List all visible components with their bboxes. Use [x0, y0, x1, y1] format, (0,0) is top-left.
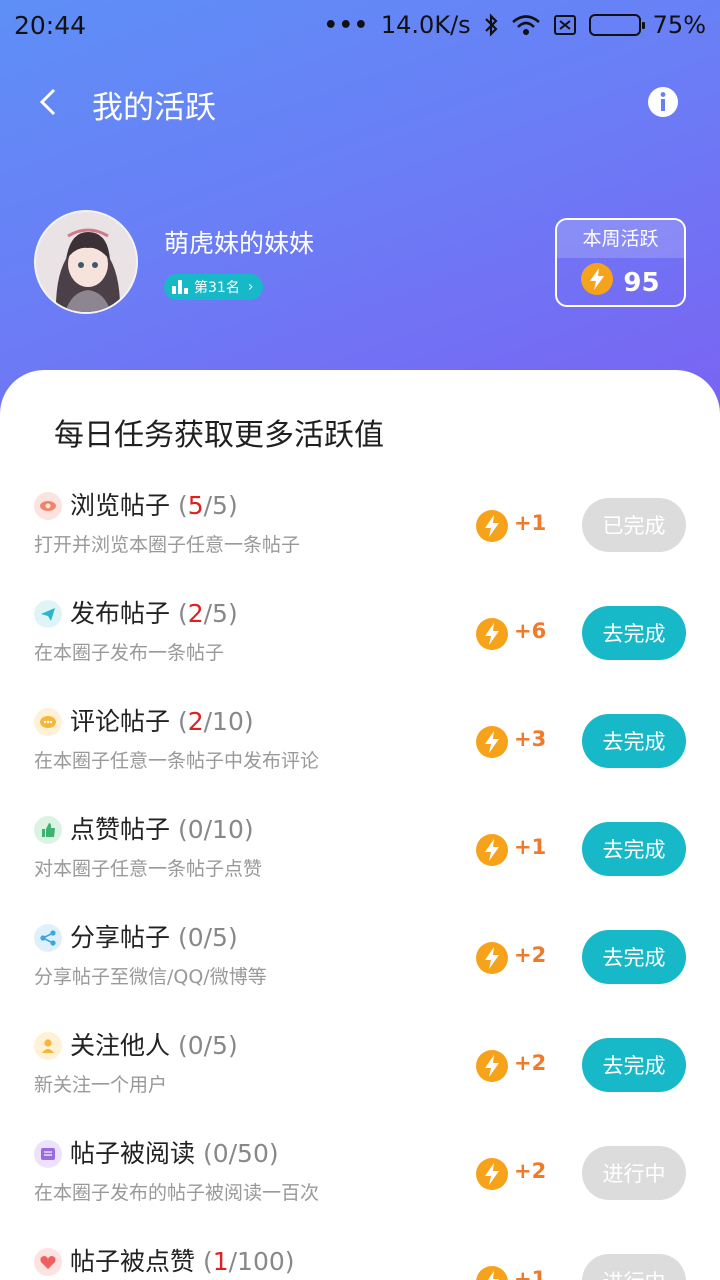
- weekly-label: 本周活跃: [557, 220, 684, 258]
- lightning-icon: [476, 834, 508, 866]
- bluetooth-icon: [483, 13, 499, 37]
- task-row: 浏览帖子 (5/5) 打开并浏览本圈子任意一条帖子 +1 已完成: [0, 480, 720, 588]
- task-action-button[interactable]: 进行中: [582, 1254, 686, 1280]
- status-bar: 20:44 ••• 14.0K/s 75%: [0, 0, 720, 50]
- bar-chart-icon: [172, 280, 188, 294]
- task-progress: (1/100): [195, 1247, 295, 1276]
- info-icon[interactable]: [646, 85, 680, 119]
- wifi-icon: [511, 14, 541, 36]
- task-action-button[interactable]: 去完成: [582, 822, 686, 876]
- back-icon[interactable]: [34, 84, 64, 120]
- thumbs-up-icon: [34, 816, 62, 844]
- weekly-value: 95: [623, 267, 660, 298]
- comment-icon: [34, 708, 62, 736]
- section-title: 每日任务获取更多活跃值: [54, 418, 384, 453]
- task-name: 帖子被点赞 (1/100): [70, 1247, 295, 1276]
- avatar[interactable]: [34, 210, 138, 314]
- task-action-button[interactable]: 进行中: [582, 1146, 686, 1200]
- task-row: 帖子被点赞 (1/100) +1 进行中: [0, 1236, 720, 1280]
- header-background: [0, 0, 720, 420]
- task-name: 帖子被阅读 (0/50): [70, 1139, 279, 1168]
- task-action-button[interactable]: 已完成: [582, 498, 686, 552]
- task-name: 关注他人 (0/5): [70, 1031, 238, 1060]
- no-sim-icon: [553, 14, 577, 36]
- task-description: 对本圈子任意一条帖子点赞: [34, 858, 263, 880]
- lightning-icon: [476, 1266, 508, 1280]
- task-description: 新关注一个用户: [34, 1074, 168, 1096]
- lightning-icon: [476, 942, 508, 974]
- lightning-icon: [581, 263, 614, 302]
- task-description: 打开并浏览本圈子任意一条帖子: [34, 534, 301, 556]
- lightning-icon: [476, 618, 508, 650]
- task-name: 发布帖子 (2/5): [70, 599, 238, 628]
- task-points: +2: [514, 1051, 547, 1075]
- task-progress: (0/5): [170, 1031, 238, 1060]
- task-points: +3: [514, 727, 547, 751]
- task-card: 每日任务获取更多活跃值 浏览帖子 (5/5) 打开并浏览本圈子任意一条帖子 +1 已完…: [0, 370, 720, 1280]
- task-name: 浏览帖子 (5/5): [70, 491, 238, 520]
- network-speed: 14.0K/s: [380, 11, 471, 39]
- task-description: 在本圈子发布一条帖子: [34, 642, 225, 664]
- task-progress: (0/50): [195, 1139, 279, 1168]
- task-points: +2: [514, 943, 547, 967]
- task-description: 在本圈子发布的帖子被阅读一百次: [34, 1182, 320, 1204]
- heart-icon: [34, 1248, 62, 1276]
- send-icon: [34, 600, 62, 628]
- task-name: 评论帖子 (2/10): [70, 707, 254, 736]
- task-action-button[interactable]: 去完成: [582, 1038, 686, 1092]
- battery-percent: 75%: [652, 11, 706, 39]
- read-icon: [34, 1140, 62, 1168]
- chevron-right-icon: ›: [247, 279, 254, 295]
- task-row: 分享帖子 (0/5) 分享帖子至微信/QQ/微博等 +2 去完成: [0, 912, 720, 1020]
- task-name: 分享帖子 (0/5): [70, 923, 238, 952]
- battery-icon: [588, 14, 645, 36]
- task-progress: (5/5): [170, 491, 238, 520]
- task-points: +1: [514, 511, 547, 535]
- task-points: +1: [514, 835, 547, 859]
- rank-badge[interactable]: 第31名 ›: [164, 274, 264, 300]
- task-row: 评论帖子 (2/10) 在本圈子任意一条帖子中发布评论 +3 去完成: [0, 696, 720, 804]
- status-time: 20:44: [14, 10, 87, 40]
- task-progress: (0/10): [170, 815, 254, 844]
- rank-label: 第31名: [194, 280, 240, 296]
- page-title: 我的活跃: [92, 90, 216, 126]
- task-progress: (2/10): [170, 707, 254, 736]
- nav-bar: 我的活跃: [0, 70, 720, 134]
- task-points: +2: [514, 1159, 547, 1183]
- more-notifications-icon: •••: [323, 12, 369, 38]
- username: 萌虎妹的妹妹: [164, 229, 315, 258]
- eye-icon: [34, 492, 62, 520]
- task-action-button[interactable]: 去完成: [582, 930, 686, 984]
- task-action-button[interactable]: 去完成: [582, 606, 686, 660]
- task-description: 在本圈子任意一条帖子中发布评论: [34, 750, 320, 772]
- task-points: +1: [514, 1267, 547, 1280]
- lightning-icon: [476, 510, 508, 542]
- task-row: 帖子被阅读 (0/50) 在本圈子发布的帖子被阅读一百次 +2 进行中: [0, 1128, 720, 1236]
- task-points: +6: [514, 619, 547, 643]
- task-row: 点赞帖子 (0/10) 对本圈子任意一条帖子点赞 +1 去完成: [0, 804, 720, 912]
- task-name: 点赞帖子 (0/10): [70, 815, 254, 844]
- follow-user-icon: [34, 1032, 62, 1060]
- task-description: 分享帖子至微信/QQ/微博等: [34, 966, 267, 988]
- task-progress: (0/5): [170, 923, 238, 952]
- weekly-activity-box: 本周活跃 95: [555, 218, 686, 307]
- share-icon: [34, 924, 62, 952]
- task-progress: (2/5): [170, 599, 238, 628]
- lightning-icon: [476, 1050, 508, 1082]
- task-row: 关注他人 (0/5) 新关注一个用户 +2 去完成: [0, 1020, 720, 1128]
- task-row: 发布帖子 (2/5) 在本圈子发布一条帖子 +6 去完成: [0, 588, 720, 696]
- task-action-button[interactable]: 去完成: [582, 714, 686, 768]
- lightning-icon: [476, 1158, 508, 1190]
- lightning-icon: [476, 726, 508, 758]
